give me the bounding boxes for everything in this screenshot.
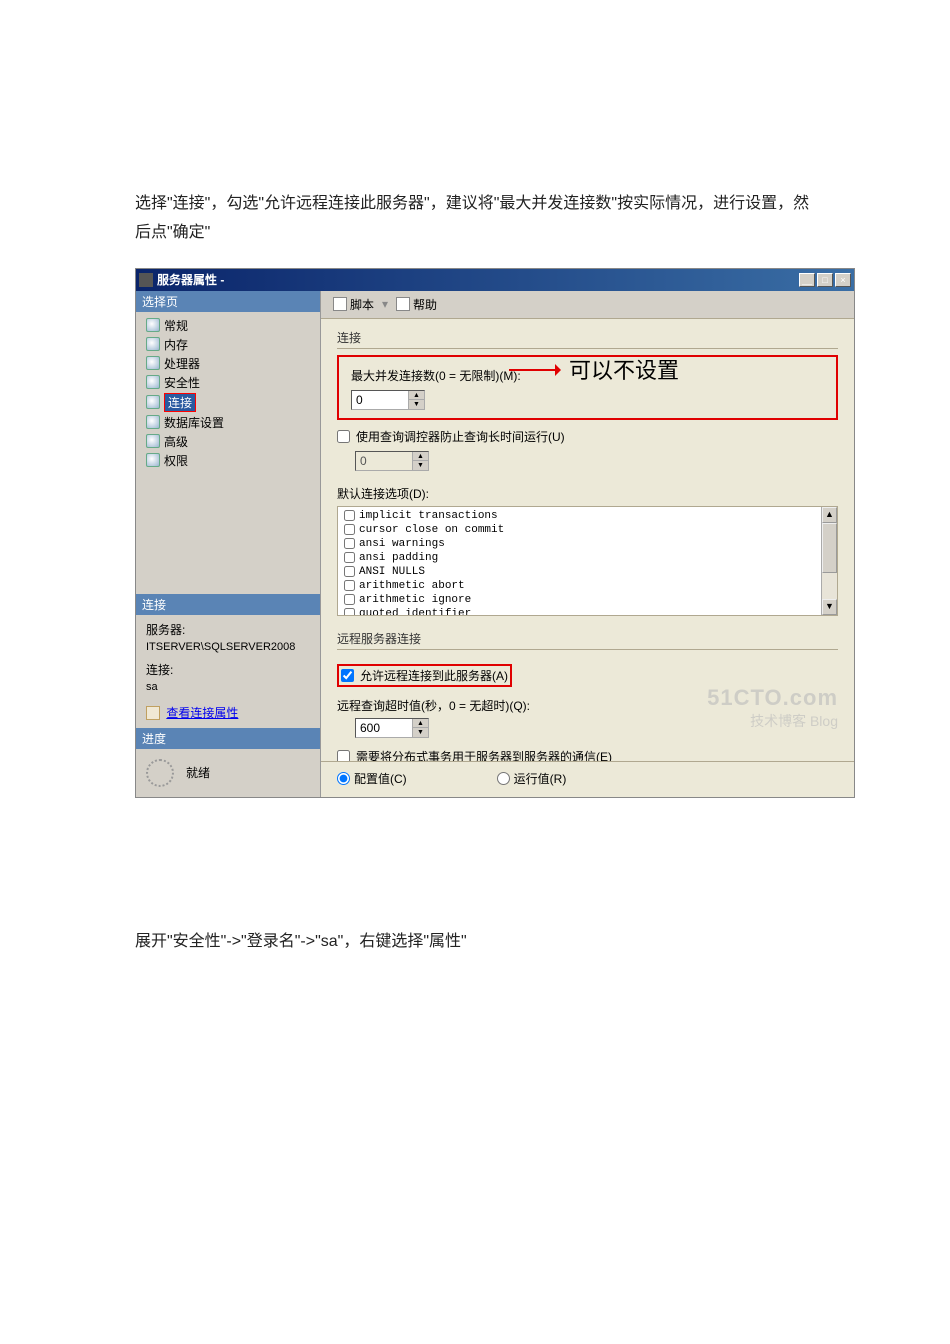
main-content: 脚本 ▾ 帮助 连接 最大并发连接数(0 = 无限制)(M): ▲▼ — [321, 291, 854, 797]
nav-security[interactable]: 安全性 — [136, 373, 320, 392]
opt-cursor[interactable] — [344, 524, 355, 535]
page-icon — [146, 395, 160, 409]
governor-value-input: ▲▼ — [355, 451, 429, 471]
sidebar-header-pages: 选择页 — [136, 291, 320, 312]
governor-value — [356, 452, 412, 470]
scroll-thumb[interactable] — [822, 523, 837, 573]
nav-general[interactable]: 常规 — [136, 316, 320, 335]
annotation-arrow — [509, 369, 559, 371]
opt-arith-abort[interactable] — [344, 580, 355, 591]
progress-idle-icon — [146, 759, 174, 787]
app-icon — [139, 273, 153, 287]
link-icon — [146, 706, 160, 720]
page-icon — [146, 453, 160, 467]
max-conn-box: 最大并发连接数(0 = 无限制)(M): ▲▼ 可以不设置 — [337, 355, 838, 420]
watermark: 51CTO.com 技术博客 Blog — [707, 685, 838, 731]
page-icon — [146, 337, 160, 351]
maximize-button[interactable]: □ — [817, 273, 833, 287]
dtc-label: 需要将分布式事务用于服务器到服务器的通信(E) — [356, 748, 612, 761]
page-icon — [146, 434, 160, 448]
nav-dbsettings[interactable]: 数据库设置 — [136, 413, 320, 432]
remote-section-label: 远程服务器连接 — [337, 630, 838, 650]
remote-timeout-value[interactable] — [356, 719, 412, 737]
allow-remote-checkbox[interactable] — [341, 669, 354, 682]
titlebar: 服务器属性 - __ □ × — [136, 269, 854, 291]
annotation-text: 可以不设置 — [569, 353, 679, 385]
help-icon — [396, 297, 410, 311]
minimize-button[interactable]: __ — [799, 273, 815, 287]
opt-arith-ignore[interactable] — [344, 594, 355, 605]
page-icon — [146, 356, 160, 370]
run-value-radio[interactable] — [497, 772, 510, 785]
default-options-list: implicit transactions cursor close on co… — [337, 506, 838, 616]
server-value: ITSERVER\SQLSERVER2008 — [146, 639, 310, 656]
article-text-below: 展开"安全性"->"登录名"->"sa"，右键选择"属性" — [135, 928, 815, 957]
sidebar-header-connection: 连接 — [136, 594, 320, 615]
scroll-up[interactable]: ▲ — [822, 507, 837, 523]
max-conn-input[interactable]: ▲▼ — [351, 390, 425, 410]
governor-label: 使用查询调控器防止查询长时间运行(U) — [356, 428, 565, 445]
dialog-title: 服务器属性 - — [157, 271, 799, 288]
nav-list: 常规 内存 处理器 安全性 连接 数据库设置 高级 权限 — [136, 312, 320, 474]
config-value-radio[interactable] — [337, 772, 350, 785]
close-button[interactable]: × — [835, 273, 851, 287]
script-button[interactable]: 脚本 — [329, 295, 378, 314]
nav-processor[interactable]: 处理器 — [136, 354, 320, 373]
opt-ansi-pad[interactable] — [344, 552, 355, 563]
allow-remote-label: 允许远程连接到此服务器(A) — [360, 667, 508, 684]
server-label: 服务器: — [146, 621, 310, 639]
options-scrollbar[interactable]: ▲ ▼ — [821, 507, 837, 615]
nav-memory[interactable]: 内存 — [136, 335, 320, 354]
toolbar: 脚本 ▾ 帮助 — [321, 291, 854, 319]
connection-label: 连接: — [146, 661, 310, 679]
progress-status: 就绪 — [186, 764, 210, 781]
scroll-down[interactable]: ▼ — [822, 599, 837, 615]
article-text-above: 选择"连接"，勾选"允许远程连接此服务器"，建议将"最大并发连接数"按实际情况，… — [135, 190, 815, 248]
page-icon — [146, 375, 160, 389]
default-opts-label: 默认连接选项(D): — [337, 485, 838, 502]
script-icon — [333, 297, 347, 311]
page-icon — [146, 415, 160, 429]
view-connection-props-link[interactable]: 查看连接属性 — [166, 706, 238, 720]
page-icon — [146, 318, 160, 332]
spin-down[interactable]: ▼ — [413, 728, 428, 737]
opt-quoted[interactable] — [344, 608, 355, 616]
connection-value: sa — [146, 679, 310, 696]
spin-down: ▼ — [413, 461, 428, 470]
section-connection: 连接 — [337, 329, 838, 349]
sidebar: 选择页 常规 内存 处理器 安全性 连接 数据库设置 高级 权限 连接 服务器:… — [136, 291, 321, 797]
sidebar-header-progress: 进度 — [136, 728, 320, 749]
spin-down[interactable]: ▼ — [409, 400, 424, 409]
nav-advanced[interactable]: 高级 — [136, 432, 320, 451]
opt-implicit[interactable] — [344, 510, 355, 521]
dropdown-icon[interactable]: ▾ — [382, 297, 388, 311]
help-button[interactable]: 帮助 — [392, 295, 441, 314]
governor-checkbox[interactable] — [337, 430, 350, 443]
connection-info: 服务器: ITSERVER\SQLSERVER2008 连接: sa 查看连接属… — [136, 615, 320, 728]
max-conn-value[interactable] — [352, 391, 408, 409]
remote-timeout-input[interactable]: ▲▼ — [355, 718, 429, 738]
value-mode-bar: 配置值(C) 运行值(R) — [321, 761, 854, 797]
nav-connection[interactable]: 连接 — [136, 392, 320, 413]
progress-section: 就绪 — [136, 749, 320, 797]
dtc-checkbox[interactable] — [337, 750, 350, 761]
server-properties-dialog: 服务器属性 - __ □ × 选择页 常规 内存 处理器 安全性 连接 数据库设… — [135, 268, 855, 798]
spin-up[interactable]: ▲ — [409, 391, 424, 400]
spin-up: ▲ — [413, 452, 428, 461]
nav-permissions[interactable]: 权限 — [136, 451, 320, 470]
spin-up[interactable]: ▲ — [413, 719, 428, 728]
opt-ansi-nulls[interactable] — [344, 566, 355, 577]
opt-ansi-warn[interactable] — [344, 538, 355, 549]
